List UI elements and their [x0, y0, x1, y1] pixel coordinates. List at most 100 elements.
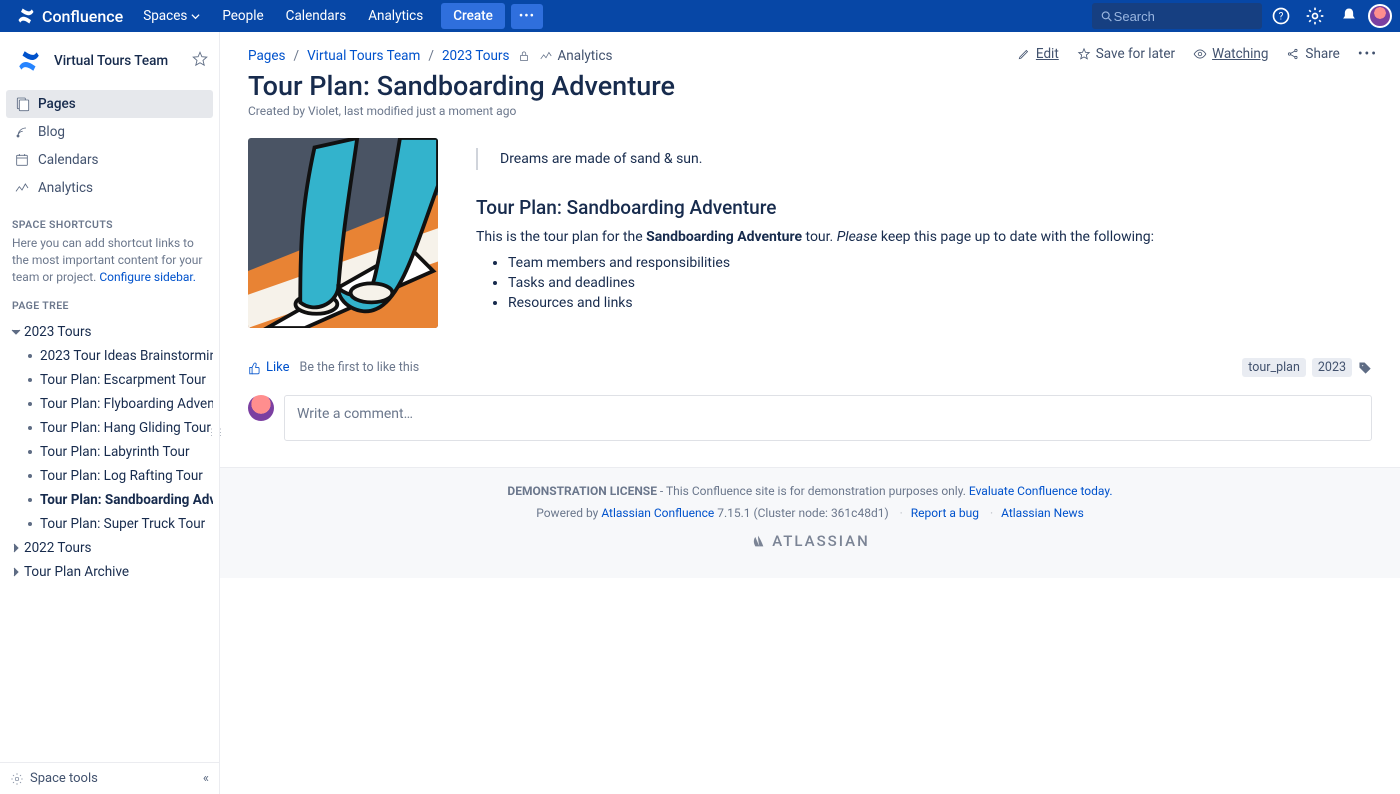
- footer-powered-text: Powered by: [536, 506, 601, 520]
- sidebar-item-analytics[interactable]: Analytics: [6, 174, 213, 202]
- pagetree-label: PAGE TREE: [0, 293, 219, 316]
- bell-icon: [1339, 6, 1359, 26]
- gear-icon: [10, 772, 24, 786]
- blog-icon: [14, 124, 30, 140]
- tag[interactable]: 2023: [1312, 358, 1352, 377]
- bc-analytics-link[interactable]: Analytics: [539, 48, 612, 64]
- confluence-icon: [16, 6, 36, 26]
- watching-label: Watching: [1212, 46, 1268, 62]
- confluence-logo[interactable]: Confluence: [8, 6, 131, 26]
- hero: Dreams are made of sand & sun. Tour Plan…: [220, 128, 1400, 340]
- tree-label: Tour Plan: Labyrinth Tour: [40, 444, 190, 460]
- tree-sibling-archive[interactable]: Tour Plan Archive: [6, 560, 213, 584]
- shortcuts-help: Here you can add shortcut links to the m…: [0, 235, 219, 293]
- sidebar-item-calendars[interactable]: Calendars: [6, 146, 213, 174]
- sidebar-item-label: Blog: [38, 124, 65, 140]
- nav-people[interactable]: People: [212, 8, 273, 24]
- nav-analytics[interactable]: Analytics: [358, 8, 433, 24]
- save-label: Save for later: [1096, 46, 1175, 62]
- nav-spaces[interactable]: Spaces: [133, 8, 210, 24]
- configure-sidebar-link[interactable]: Configure sidebar.: [99, 270, 196, 284]
- space-logo[interactable]: [14, 46, 44, 76]
- analytics-icon: [14, 180, 30, 196]
- share-button[interactable]: Share: [1286, 46, 1339, 62]
- sidebar-item-blog[interactable]: Blog: [6, 118, 213, 146]
- evaluate-link[interactable]: Evaluate Confluence today.: [969, 484, 1113, 498]
- sidebar-resize-handle[interactable]: ⋮⋮: [213, 413, 219, 453]
- tree-item[interactable]: Tour Plan: Labyrinth Tour: [6, 440, 213, 464]
- edit-label: Edit: [1036, 46, 1059, 62]
- eye-icon: [1193, 47, 1207, 61]
- search-box[interactable]: [1092, 3, 1262, 29]
- atlassian-brand[interactable]: ATLASSIAN: [220, 532, 1400, 550]
- save-for-later-button[interactable]: Save for later: [1077, 46, 1175, 62]
- star-icon: [191, 50, 209, 68]
- comment-input[interactable]: Write a comment…: [284, 395, 1372, 441]
- share-label: Share: [1305, 46, 1339, 62]
- chevron-right-icon[interactable]: [10, 542, 22, 554]
- sidebar-item-pages[interactable]: Pages: [6, 90, 213, 118]
- search-icon: [1100, 9, 1114, 24]
- create-more-button[interactable]: •••: [511, 4, 543, 29]
- sidebar: Virtual Tours Team Pages Blog Calendars …: [0, 32, 220, 794]
- breadcrumb-parent[interactable]: 2023 Tours: [442, 48, 510, 64]
- breadcrumb-space[interactable]: Virtual Tours Team: [307, 48, 420, 64]
- intro-em: Please: [837, 229, 878, 245]
- edit-button[interactable]: Edit: [1017, 46, 1059, 62]
- nav-calendars[interactable]: Calendars: [276, 8, 357, 24]
- topbar-right: ?: [1092, 1, 1392, 31]
- tree-label: 2023 Tours: [24, 324, 92, 340]
- logo-text: Confluence: [42, 7, 123, 26]
- tree-label: Tour Plan: Escarpment Tour: [40, 372, 206, 388]
- sidebar-collapse-button[interactable]: «: [203, 771, 209, 786]
- tree-label: Tour Plan: Super Truck Tour: [40, 516, 205, 532]
- like-label: Like: [266, 360, 290, 375]
- tree-item[interactable]: Tour Plan: Hang Gliding Tour: [6, 416, 213, 440]
- tree-item[interactable]: Tour Plan: Log Rafting Tour: [6, 464, 213, 488]
- share-icon: [1286, 47, 1300, 61]
- sidebar-item-label: Analytics: [38, 180, 93, 196]
- atlassian-news-link[interactable]: Atlassian News: [1001, 506, 1084, 520]
- space-tools-button[interactable]: Space tools: [30, 771, 98, 786]
- tree-item[interactable]: Tour Plan: Flyboarding Adventure: [6, 392, 213, 416]
- create-button[interactable]: Create: [441, 3, 505, 29]
- restrictions-icon[interactable]: [517, 48, 531, 64]
- thumbs-up-icon: [248, 361, 262, 375]
- search-input[interactable]: [1114, 9, 1254, 24]
- tree-root-2023[interactable]: 2023 Tours: [6, 320, 213, 344]
- like-button[interactable]: Like: [248, 360, 290, 375]
- report-bug-link[interactable]: Report a bug: [911, 506, 979, 520]
- star-space-button[interactable]: [191, 50, 209, 72]
- footer: DEMONSTRATION LICENSE - This Confluence …: [220, 467, 1400, 578]
- tree-item-current[interactable]: Tour Plan: Sandboarding Adve: [6, 488, 213, 512]
- notifications-button[interactable]: [1334, 1, 1364, 31]
- breadcrumbs: Pages/ Virtual Tours Team/ 2023 Tours An…: [220, 32, 1017, 64]
- intro-post: keep this page up to date with the follo…: [877, 229, 1154, 245]
- subtitle: Tour Plan: Sandboarding Adventure: [476, 196, 1372, 219]
- chevron-right-icon[interactable]: [10, 566, 22, 578]
- tag[interactable]: tour_plan: [1242, 358, 1306, 377]
- sidebar-footer: Space tools «: [0, 762, 219, 794]
- svg-text:?: ?: [1279, 11, 1284, 22]
- sandboarding-illustration: [248, 138, 438, 328]
- help-button[interactable]: ?: [1266, 1, 1296, 31]
- tree-label: Tour Plan: Flyboarding Adventure: [40, 396, 213, 412]
- settings-button[interactable]: [1300, 1, 1330, 31]
- page-tree: 2023 Tours 2023 Tour Ideas Brainstorming…: [0, 316, 219, 592]
- bc-analytics-label: Analytics: [557, 48, 612, 64]
- tree-item[interactable]: Tour Plan: Super Truck Tour: [6, 512, 213, 536]
- tags: tour_plan 2023: [1242, 358, 1372, 377]
- chevron-down-icon[interactable]: [10, 326, 22, 338]
- tree-item[interactable]: 2023 Tour Ideas Brainstorming: [6, 344, 213, 368]
- tree-sibling-2022[interactable]: 2022 Tours: [6, 536, 213, 560]
- comment-avatar: [248, 395, 274, 421]
- label-icon[interactable]: [1358, 361, 1372, 375]
- page-actions-more[interactable]: •••: [1358, 46, 1378, 62]
- tree-item[interactable]: Tour Plan: Escarpment Tour: [6, 368, 213, 392]
- breadcrumb-pages[interactable]: Pages: [248, 48, 286, 64]
- space-name[interactable]: Virtual Tours Team: [54, 53, 181, 69]
- watching-button[interactable]: Watching: [1193, 46, 1268, 62]
- comment-row: Write a comment…: [220, 387, 1400, 467]
- product-link[interactable]: Atlassian Confluence: [601, 506, 714, 520]
- user-avatar[interactable]: [1368, 4, 1392, 28]
